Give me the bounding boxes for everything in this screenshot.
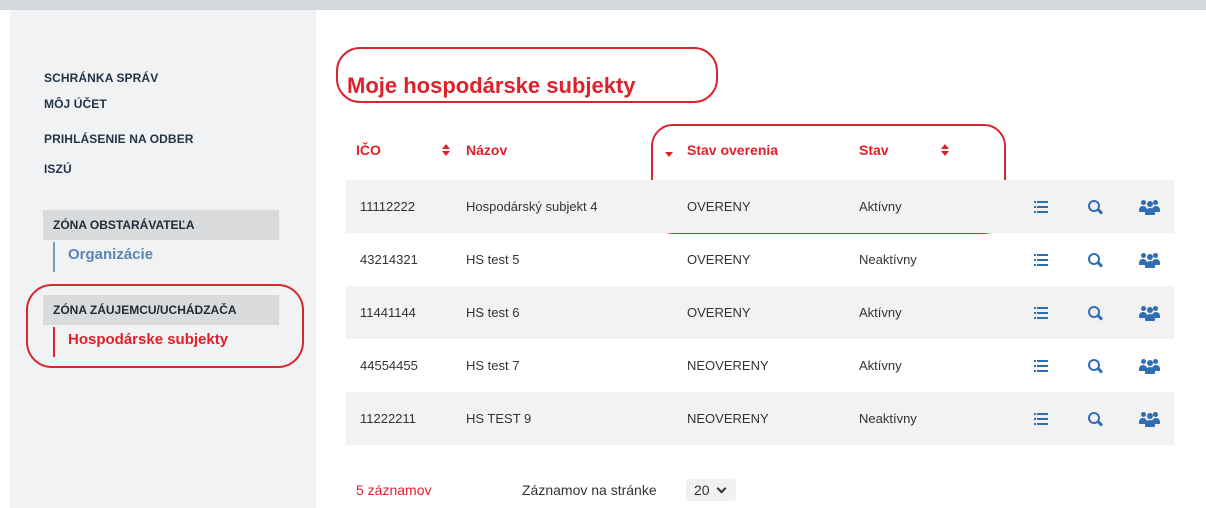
list-icon[interactable]	[1032, 251, 1050, 269]
sidebar-item-hospodarske-subjekty[interactable]: Hospodárske subjekty	[53, 327, 228, 357]
users-icon[interactable]	[1139, 410, 1161, 428]
list-icon[interactable]	[1032, 304, 1050, 322]
cell-ico: 11222211	[360, 411, 416, 426]
cell-ico: 43214321	[360, 252, 418, 267]
cell-ico: 11441144	[360, 305, 416, 320]
users-icon[interactable]	[1139, 304, 1161, 322]
cell-stav: Aktívny	[859, 199, 902, 214]
sidebar-link-moj-ucet[interactable]: MÔJ ÚČET	[44, 97, 107, 111]
column-header-nazov[interactable]: Názov	[466, 142, 507, 158]
sidebar-link-iszu[interactable]: ISZÚ	[44, 162, 72, 176]
frame-left	[0, 10, 10, 508]
cell-stav-overenia: OVERENY	[687, 305, 751, 320]
top-bar	[0, 0, 1206, 10]
page-title: Moje hospodárske subjekty	[347, 72, 636, 98]
search-icon[interactable]	[1086, 410, 1104, 428]
list-icon[interactable]	[1032, 198, 1050, 216]
cell-stav-overenia: NEOVERENY	[687, 358, 769, 373]
cell-ico: 11112222	[360, 199, 415, 214]
record-count: 5 záznamov	[356, 482, 432, 498]
sort-icon-stav[interactable]	[940, 143, 950, 157]
cell-stav: Aktívny	[859, 358, 902, 373]
column-header-stav[interactable]: Stav	[859, 142, 889, 158]
table-row: 43214321 HS test 5 OVERENY Neaktívny	[346, 233, 1174, 286]
users-icon[interactable]	[1139, 198, 1161, 216]
per-page-select[interactable]: 20	[686, 479, 736, 501]
sort-desc-icon-stav-overenia[interactable]	[665, 152, 673, 157]
column-header-ico[interactable]: IČO	[356, 142, 381, 158]
sort-icon-nazov[interactable]	[441, 143, 451, 157]
cell-stav: Neaktívny	[859, 411, 917, 426]
table-row: 11222211 HS TEST 9 NEOVERENY Neaktívny	[346, 392, 1174, 445]
sidebar-item-organizacie[interactable]: Organizácie	[53, 242, 153, 272]
cell-nazov: HS test 7	[466, 358, 520, 373]
search-icon[interactable]	[1086, 198, 1104, 216]
table-row: 11441144 HS test 6 OVERENY Aktívny	[346, 286, 1174, 339]
cell-stav-overenia: OVERENY	[687, 199, 751, 214]
cell-nazov: HS test 5	[466, 252, 520, 267]
table-row: 11112222 Hospodárský subjekt 4 OVERENY Aktí…	[346, 180, 1174, 233]
cell-ico: 44554455	[360, 358, 418, 373]
search-icon[interactable]	[1086, 251, 1104, 269]
search-icon[interactable]	[1086, 357, 1104, 375]
zone-header-zaujemca: ZÓNA ZÁUJEMCU/UCHÁDZAČA	[43, 295, 279, 325]
sidebar-link-prihlasenie-na-odber[interactable]: PRIHLÁSENIE NA ODBER	[44, 132, 194, 146]
cell-stav: Aktívny	[859, 305, 902, 320]
per-page-value: 20	[694, 482, 710, 498]
cell-nazov: Hospodárský subjekt 4	[466, 199, 598, 214]
sidebar-link-schranka-sprav[interactable]: SCHRÁNKA SPRÁV	[44, 71, 158, 85]
users-icon[interactable]	[1139, 251, 1161, 269]
search-icon[interactable]	[1086, 304, 1104, 322]
cell-stav-overenia: OVERENY	[687, 252, 751, 267]
cell-nazov: HS TEST 9	[466, 411, 532, 426]
per-page-label: Záznamov na stránke	[522, 482, 657, 498]
column-header-stav-overenia[interactable]: Stav overenia	[687, 142, 778, 158]
users-icon[interactable]	[1139, 357, 1161, 375]
table-row: 44554455 HS test 7 NEOVERENY Aktívny	[346, 339, 1174, 392]
list-icon[interactable]	[1032, 357, 1050, 375]
cell-nazov: HS test 6	[466, 305, 520, 320]
cell-stav: Neaktívny	[859, 252, 917, 267]
zone-header-obstaravatel: ZÓNA OBSTARÁVATEĽA	[43, 210, 279, 240]
cell-stav-overenia: NEOVERENY	[687, 411, 769, 426]
chevron-down-icon	[716, 483, 727, 494]
list-icon[interactable]	[1032, 410, 1050, 428]
